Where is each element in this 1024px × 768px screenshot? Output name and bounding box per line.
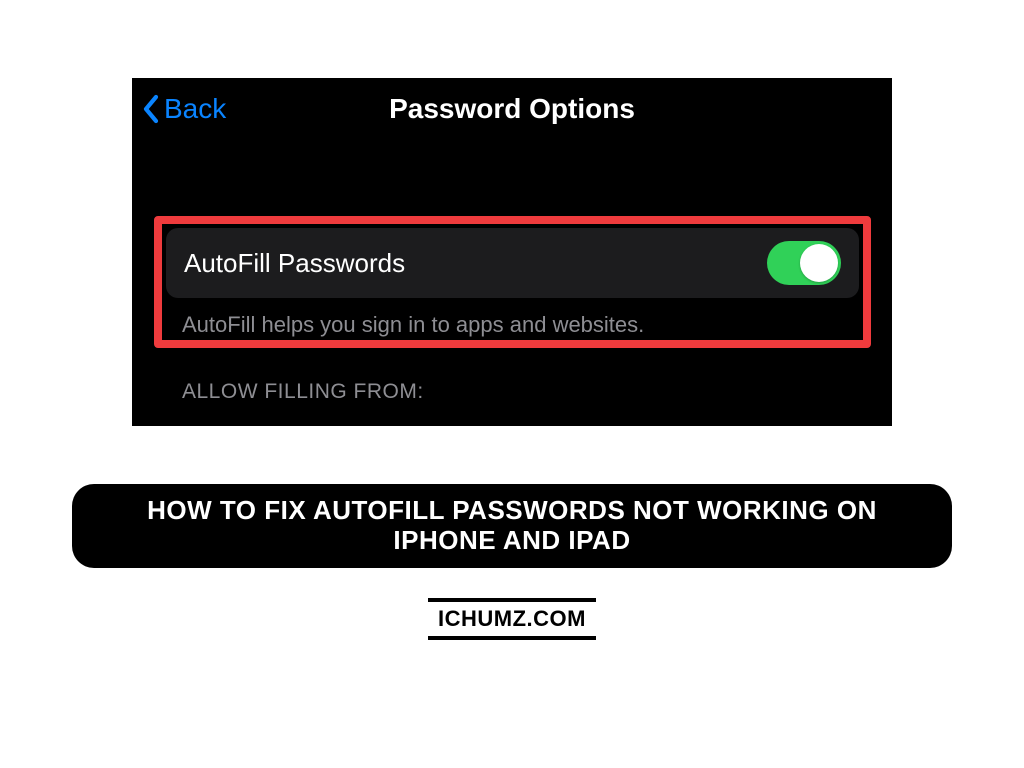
allow-filling-from-header: ALLOW FILLING FROM: xyxy=(182,380,424,404)
article-title-banner: HOW TO FIX AUTOFILL PASSWORDS NOT WORKIN… xyxy=(72,484,952,568)
back-label: Back xyxy=(164,93,226,125)
page-title: Password Options xyxy=(389,93,635,125)
website-banner: ICHUMZ.COM xyxy=(428,598,596,640)
chevron-left-icon xyxy=(142,94,160,124)
highlight-annotation-box xyxy=(154,216,871,348)
navigation-bar: Back Password Options xyxy=(132,78,892,140)
back-button[interactable]: Back xyxy=(142,93,226,125)
ios-settings-screenshot: Back Password Options AutoFill Passwords… xyxy=(132,78,892,426)
